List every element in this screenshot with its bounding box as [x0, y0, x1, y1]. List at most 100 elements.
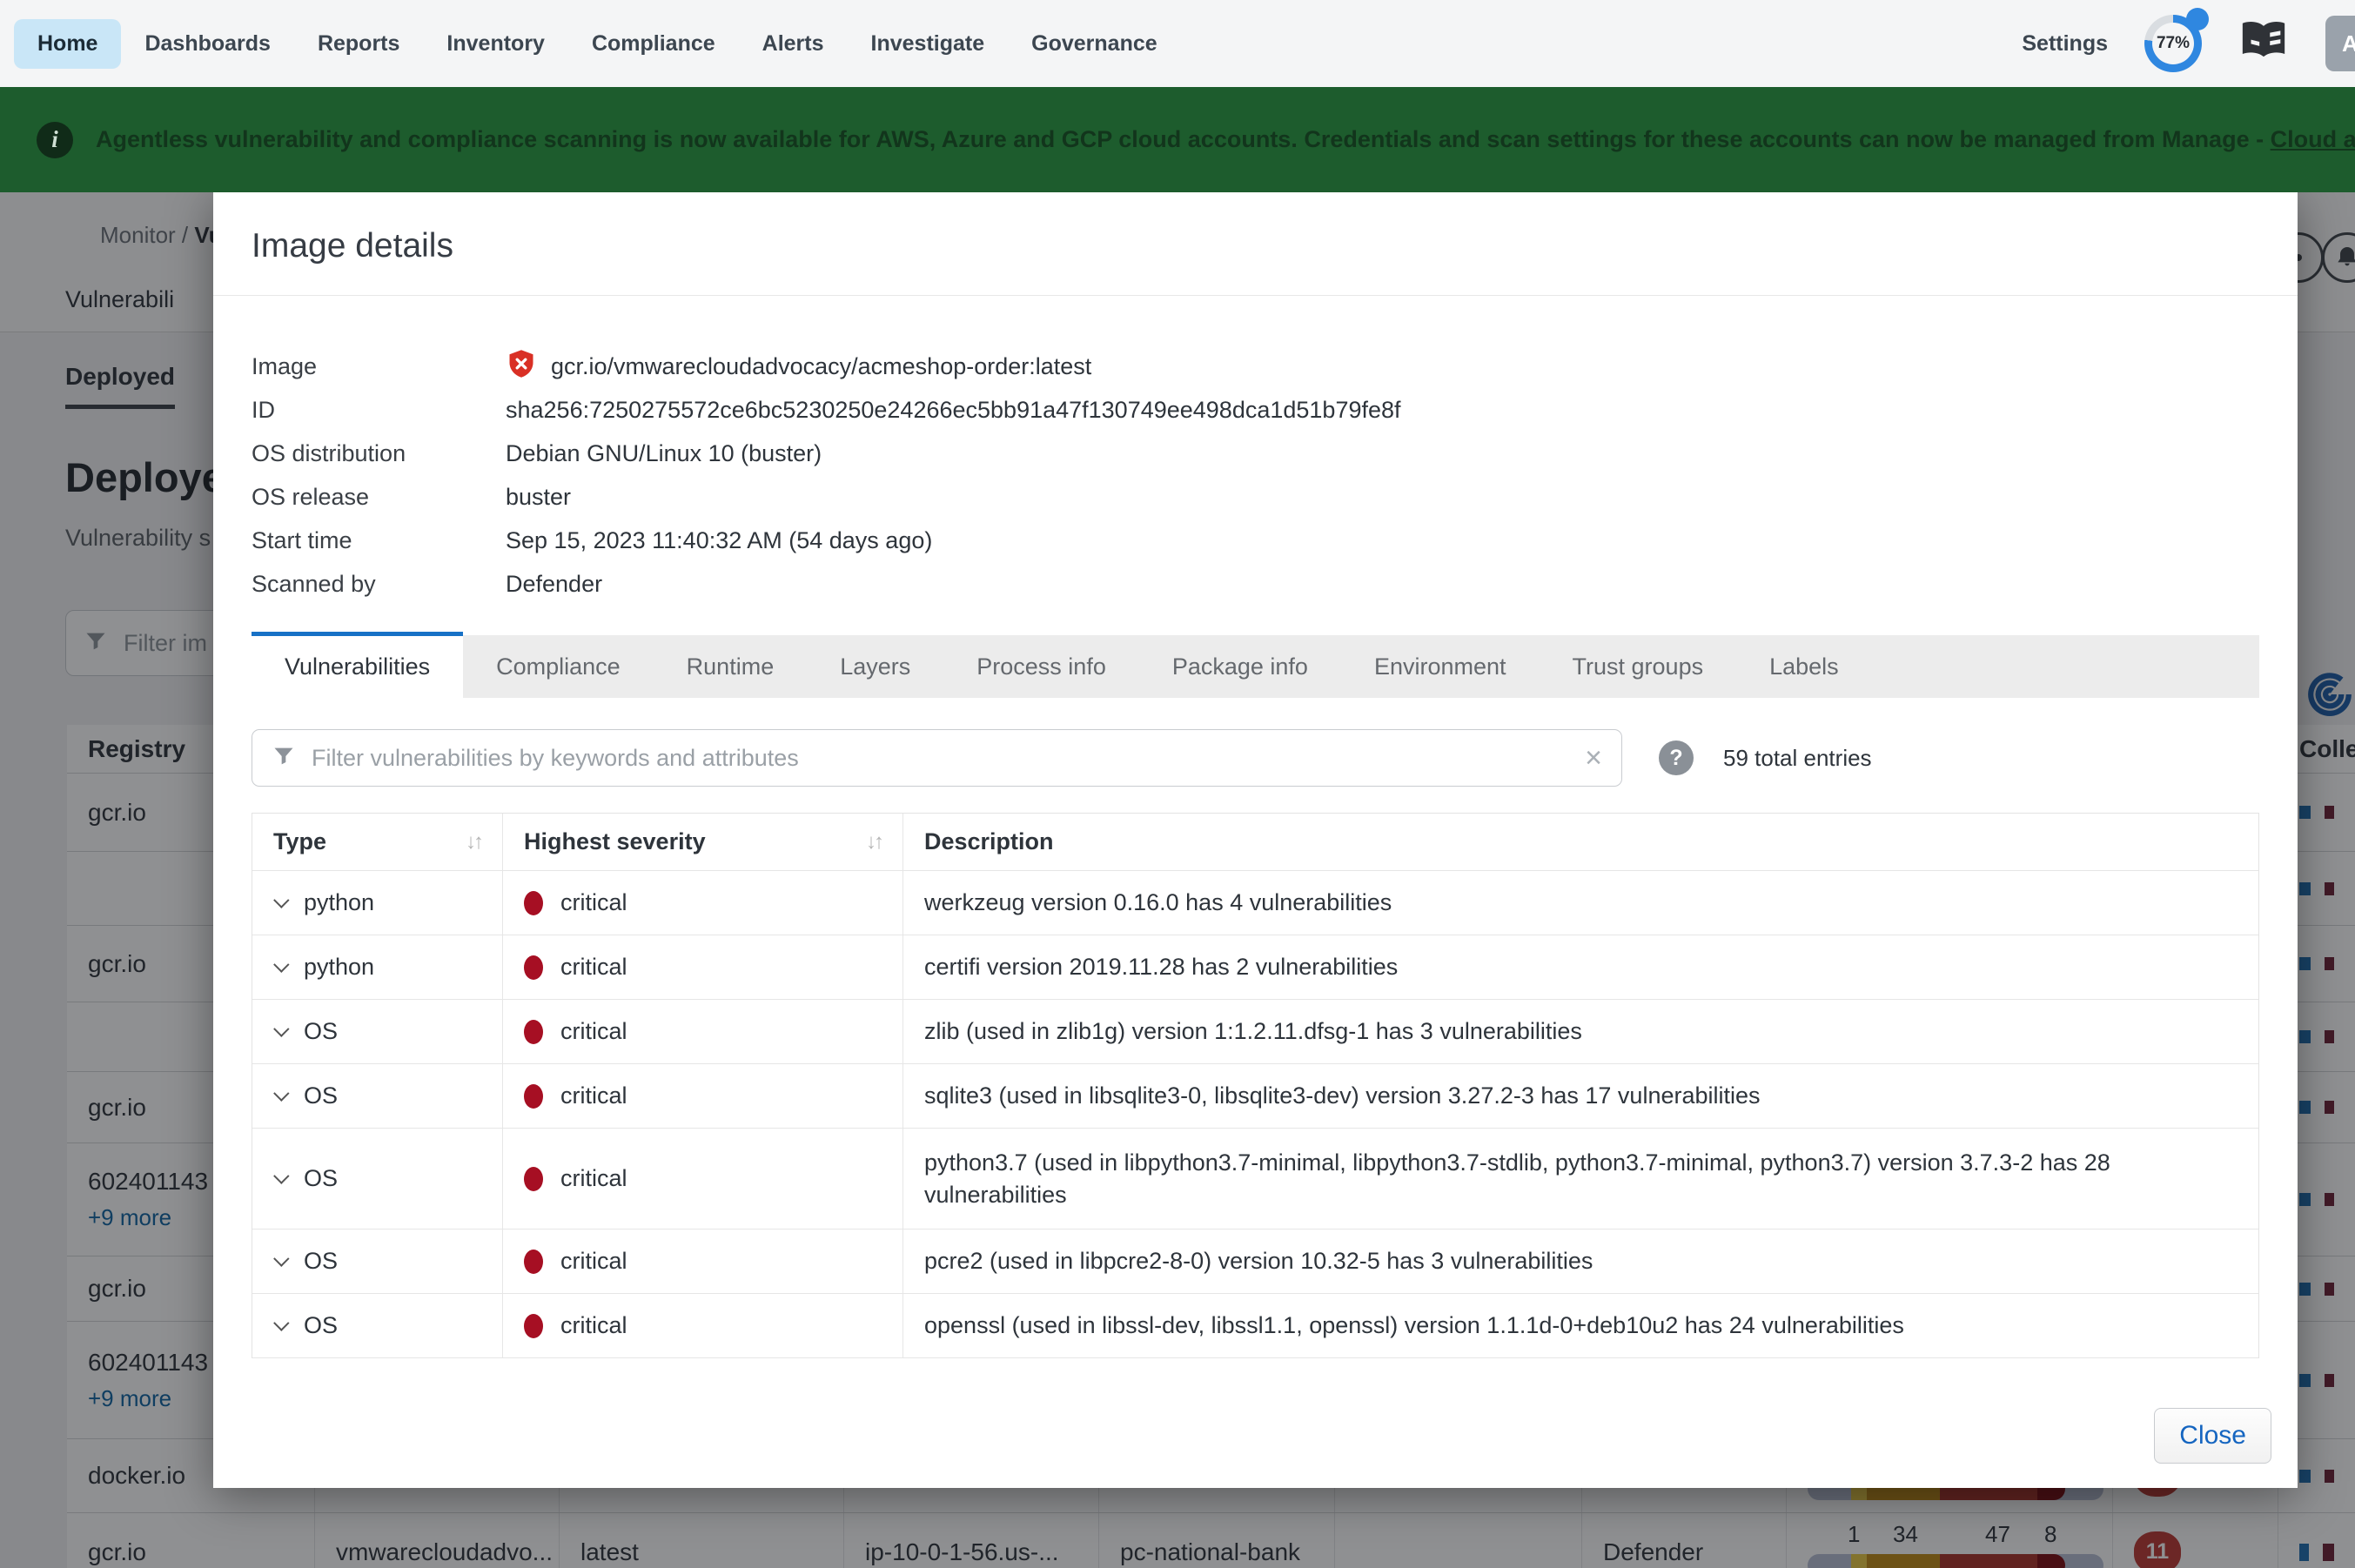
book-icon[interactable] [2238, 17, 2289, 71]
tab-labels[interactable]: Labels [1736, 635, 1872, 698]
total-entries: 59 total entries [1723, 745, 1872, 772]
description-cell: sqlite3 (used in libsqlite3-0, libsqlite… [903, 1064, 2258, 1128]
clear-filter-icon[interactable]: × [1585, 743, 1602, 773]
banner-message: Agentless vulnerability and compliance s… [96, 126, 2355, 153]
description-cell: zlib (used in zlib1g) version 1:1.2.11.d… [903, 1000, 2258, 1063]
help-icon[interactable]: ? [1659, 740, 1694, 775]
field-start-time: Start time Sep 15, 2023 11:40:32 AM (54 … [252, 519, 2259, 562]
modal-footer: Close [2154, 1408, 2271, 1464]
settings-button[interactable]: Settings [2022, 31, 2108, 57]
image-name-value: gcr.io/vmwarecloudadvocacy/acmeshop-orde… [551, 353, 1091, 380]
top-nav: Home Dashboards Reports Inventory Compli… [0, 0, 2355, 87]
vulnerability-row[interactable]: OS critical python3.7 (used in libpython… [252, 1129, 2258, 1230]
tab-compliance[interactable]: Compliance [463, 635, 654, 698]
tab-trust-groups[interactable]: Trust groups [1540, 635, 1737, 698]
nav-list: Home Dashboards Reports Inventory Compli… [14, 19, 1181, 69]
nav-item-governance[interactable]: Governance [1008, 19, 1181, 69]
type-cell: python [304, 954, 374, 981]
cloud-accounts-link[interactable]: Cloud accounts page [2271, 126, 2355, 152]
close-button[interactable]: Close [2154, 1408, 2271, 1464]
critical-dot-icon [524, 1167, 543, 1191]
type-cell: OS [304, 1165, 338, 1192]
modal-tabs: Vulnerabilities Compliance Runtime Layer… [252, 635, 2259, 698]
severity-column-header[interactable]: Highest severity [524, 828, 706, 855]
banner-message-text: Agentless vulnerability and compliance s… [96, 126, 2271, 152]
sort-icon[interactable]: ↓↑ [466, 830, 481, 854]
chevron-down-icon[interactable] [273, 956, 289, 972]
field-label: OS release [252, 484, 506, 511]
chevron-down-icon[interactable] [273, 1168, 289, 1183]
chevron-down-icon[interactable] [273, 1315, 289, 1330]
severity-cell: critical [560, 1165, 627, 1192]
tab-layers[interactable]: Layers [807, 635, 943, 698]
chevron-down-icon[interactable] [273, 1250, 289, 1266]
vulnerability-row[interactable]: OS critical sqlite3 (used in libsqlite3-… [252, 1064, 2258, 1129]
progress-ring[interactable]: 77% [2144, 15, 2202, 72]
field-id: ID sha256:7250275572ce6bc5230250e24266ec… [252, 388, 2259, 432]
tab-vulnerabilities[interactable]: Vulnerabilities [252, 632, 463, 698]
funnel-icon [272, 744, 296, 773]
scanned-by-value: Defender [506, 571, 602, 598]
description-cell: python3.7 (used in libpython3.7-minimal,… [903, 1129, 2258, 1229]
nav-item-investigate[interactable]: Investigate [848, 19, 1009, 69]
chevron-down-icon[interactable] [273, 1021, 289, 1036]
nav-item-dashboards[interactable]: Dashboards [121, 19, 293, 69]
critical-dot-icon [524, 955, 543, 980]
tab-environment[interactable]: Environment [1341, 635, 1540, 698]
description-cell: pcre2 (used in libpcre2-8-0) version 10.… [903, 1230, 2258, 1293]
nav-item-alerts[interactable]: Alerts [739, 19, 848, 69]
image-detail-fields: Image gcr.io/vmwarecloudadvocacy/acmesho… [213, 296, 2298, 606]
vulnerability-row[interactable]: OS critical zlib (used in zlib1g) versio… [252, 1000, 2258, 1064]
field-image: Image gcr.io/vmwarecloudadvocacy/acmesho… [252, 345, 2259, 388]
sort-icon[interactable]: ↓↑ [866, 830, 882, 854]
severity-cell: critical [560, 1312, 627, 1339]
chevron-down-icon[interactable] [273, 1085, 289, 1101]
field-label: Start time [252, 527, 506, 554]
vulnerability-row[interactable]: OS critical pcre2 (used in libpcre2-8-0)… [252, 1230, 2258, 1294]
tab-process-info[interactable]: Process info [943, 635, 1139, 698]
field-os-release: OS release buster [252, 475, 2259, 519]
nav-right-cluster: Settings 77% AI [2022, 0, 2355, 87]
field-label: Image [252, 353, 506, 380]
critical-dot-icon [524, 1020, 543, 1044]
nav-item-home[interactable]: Home [14, 19, 121, 69]
vulnerability-row[interactable]: OS critical openssl (used in libssl-dev,… [252, 1294, 2258, 1358]
field-os-distribution: OS distribution Debian GNU/Linux 10 (bus… [252, 432, 2259, 475]
severity-cell: critical [560, 954, 627, 981]
vulnerability-row[interactable]: python critical certifi version 2019.11.… [252, 935, 2258, 1000]
description-cell: openssl (used in libssl-dev, libssl1.1, … [903, 1294, 2258, 1357]
severity-cell: critical [560, 1248, 627, 1275]
critical-dot-icon [524, 1314, 543, 1338]
os-distribution-value: Debian GNU/Linux 10 (buster) [506, 440, 822, 467]
chevron-down-icon[interactable] [273, 892, 289, 908]
type-column-header[interactable]: Type [273, 828, 326, 855]
severity-cell: critical [560, 889, 627, 916]
description-cell: werkzeug version 0.16.0 has 4 vulnerabil… [903, 871, 2258, 935]
vulnerabilities-table: Type ↓↑ Highest severity ↓↑ Description py… [252, 813, 2259, 1358]
type-cell: python [304, 889, 374, 916]
vulnerability-filter-input[interactable] [312, 745, 1569, 772]
nav-item-reports[interactable]: Reports [294, 19, 423, 69]
notification-dot [2186, 8, 2209, 30]
critical-shield-icon [506, 348, 537, 385]
field-label: OS distribution [252, 440, 506, 467]
field-scanned-by: Scanned by Defender [252, 562, 2259, 606]
image-details-modal: Image details Image gcr.io/vmwarecloudad… [213, 192, 2298, 1488]
nav-item-compliance[interactable]: Compliance [568, 19, 739, 69]
info-icon: i [37, 122, 73, 158]
announcement-banner: i Agentless vulnerability and compliance… [0, 87, 2355, 192]
description-column-header: Description [924, 828, 1054, 855]
type-cell: OS [304, 1018, 338, 1045]
type-cell: OS [304, 1082, 338, 1109]
nav-item-inventory[interactable]: Inventory [423, 19, 568, 69]
tab-runtime[interactable]: Runtime [654, 635, 808, 698]
tab-package-info[interactable]: Package info [1139, 635, 1341, 698]
type-cell: OS [304, 1312, 338, 1339]
type-cell: OS [304, 1248, 338, 1275]
vulnerability-row[interactable]: python critical werkzeug version 0.16.0 … [252, 871, 2258, 935]
ai-chip-icon[interactable]: AI [2325, 16, 2355, 71]
severity-cell: critical [560, 1018, 627, 1045]
image-id-value: sha256:7250275572ce6bc5230250e24266ec5bb… [506, 397, 1401, 424]
vulnerabilities-table-header: Type ↓↑ Highest severity ↓↑ Description [252, 814, 2258, 871]
modal-title: Image details [213, 192, 2298, 295]
